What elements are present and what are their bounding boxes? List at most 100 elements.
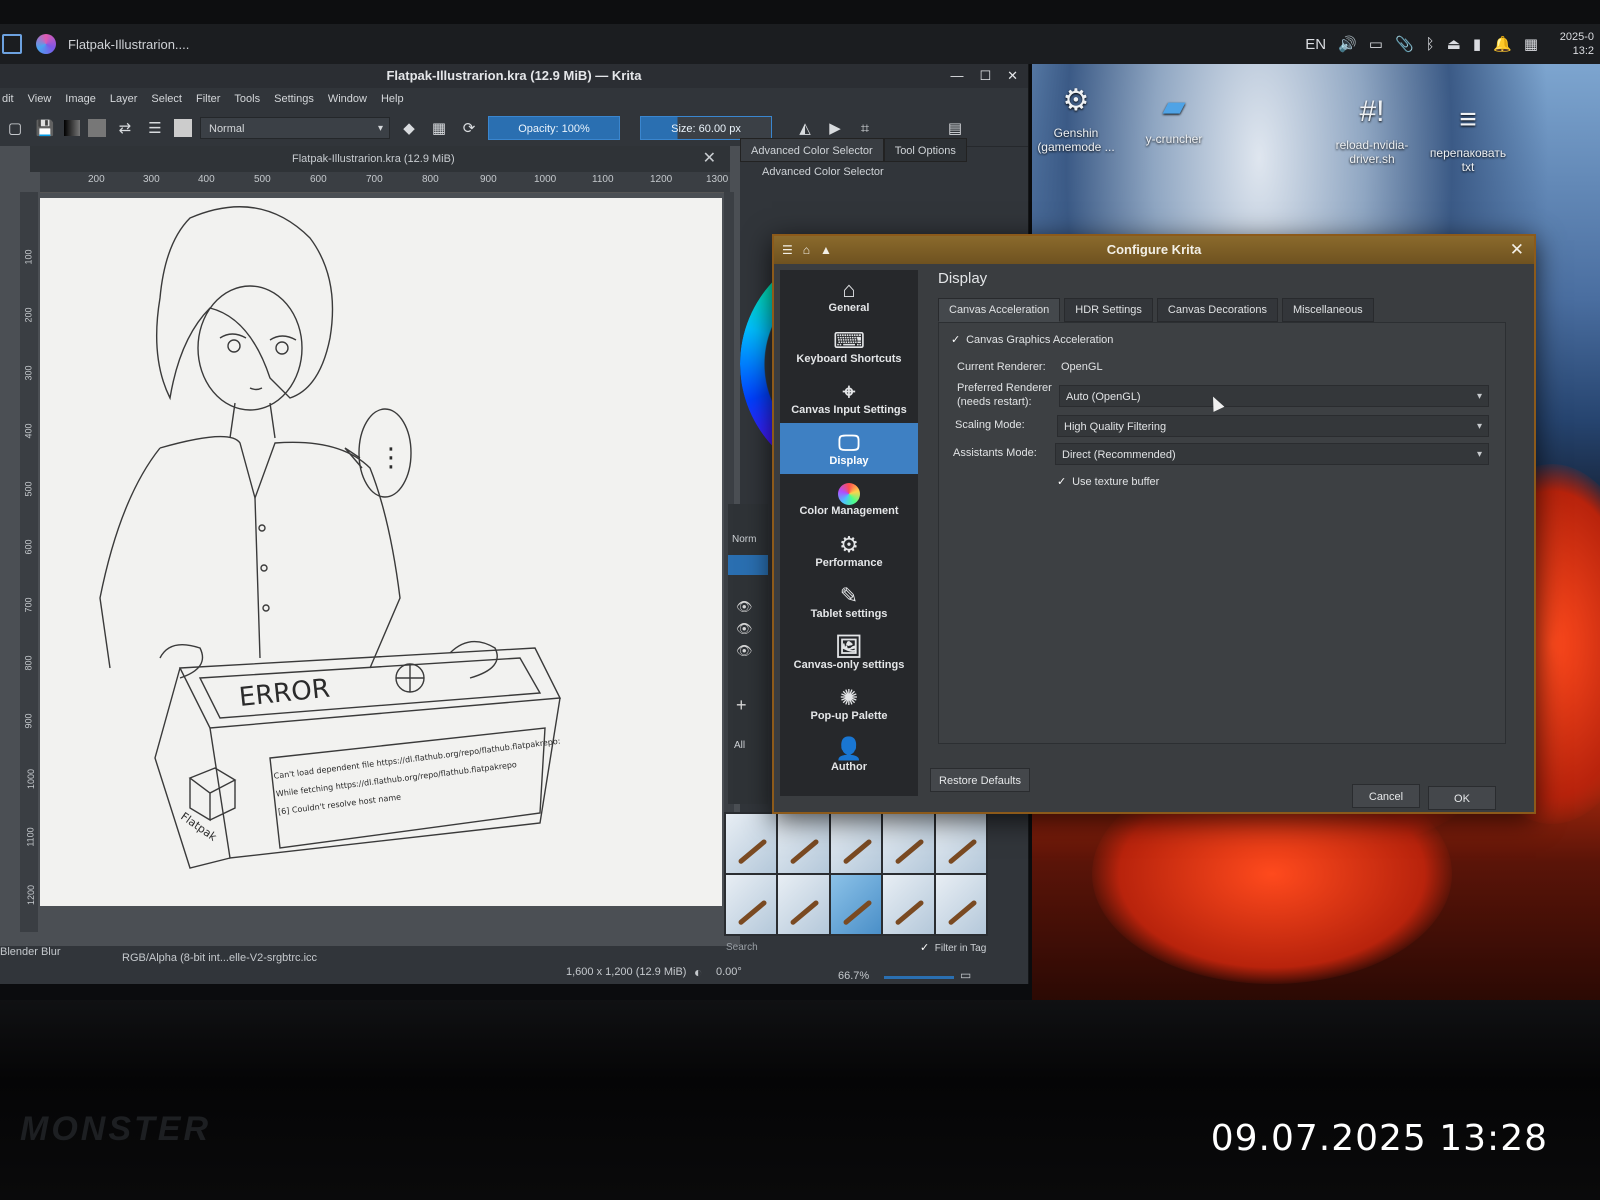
rotation-icon[interactable]: ◐ xyxy=(694,964,702,980)
brush-preset[interactable] xyxy=(726,814,777,873)
assistants-mode-select[interactable]: Direct (Recommended) xyxy=(1055,443,1489,466)
brush-preset[interactable] xyxy=(935,814,986,873)
menu-select[interactable]: Select xyxy=(151,93,182,105)
pin-icon[interactable]: ⌂ xyxy=(803,236,810,264)
eraser-icon[interactable]: ◆ xyxy=(398,117,420,139)
ok-button[interactable]: OK xyxy=(1428,786,1496,810)
sidebar-item-popup-palette[interactable]: ✺ Pop-up Palette xyxy=(780,678,918,729)
alpha-lock-icon[interactable]: ▦ xyxy=(428,117,450,139)
brush-preset[interactable] xyxy=(883,875,934,934)
menu-filter[interactable]: Filter xyxy=(196,93,220,105)
tab-hdr-settings[interactable]: HDR Settings xyxy=(1064,298,1153,322)
brush-preset[interactable] xyxy=(935,875,986,934)
sidebar-item-general[interactable]: ⌂ General xyxy=(780,270,918,321)
keep-above-icon[interactable]: ▲ xyxy=(820,236,832,264)
canvas-graphics-acceleration-checkbox[interactable]: ✓ Canvas Graphics Acceleration xyxy=(951,333,1113,346)
reload-preset-icon[interactable]: ⟳ xyxy=(458,117,480,139)
crop-icon[interactable]: ⌗ xyxy=(854,117,876,139)
layers-blend-mode[interactable]: Norm xyxy=(728,534,768,545)
menu-icon[interactable]: ☰ xyxy=(782,236,793,264)
fit-screen-icon[interactable]: ▭ xyxy=(960,968,971,982)
opacity-slider[interactable]: Opacity: 100% xyxy=(488,116,620,140)
zoom-slider[interactable] xyxy=(884,976,954,979)
sidebar-item-keyboard-shortcuts[interactable]: ⌨ Keyboard Shortcuts xyxy=(780,321,918,372)
pattern-icon[interactable] xyxy=(88,119,106,137)
menu-view[interactable]: View xyxy=(28,93,52,105)
new-document-icon[interactable]: ▢ xyxy=(4,117,26,139)
size-slider[interactable]: Size: 60.00 px xyxy=(640,116,772,140)
sidebar-item-tablet[interactable]: ✎ Tablet settings xyxy=(780,576,918,627)
close-document-icon[interactable]: ✕ xyxy=(703,146,716,172)
network-icon[interactable]: ▦ xyxy=(1524,35,1538,53)
tab-canvas-decorations[interactable]: Canvas Decorations xyxy=(1156,298,1278,322)
preferred-renderer-select[interactable]: Auto (OpenGL) xyxy=(1059,385,1489,408)
tab-canvas-acceleration[interactable]: Canvas Acceleration xyxy=(938,298,1061,322)
sidebar-item-color-management[interactable]: Color Management xyxy=(780,474,918,525)
bluetooth-icon[interactable]: ᛒ xyxy=(1426,36,1435,53)
sidebar-item-author[interactable]: 👤 Author xyxy=(780,729,918,780)
menu-edit[interactable]: dit xyxy=(2,93,14,105)
brush-preset[interactable] xyxy=(778,814,829,873)
restore-defaults-button[interactable]: Restore Defaults xyxy=(930,768,1030,792)
brush-settings-icon[interactable]: ☰ xyxy=(144,117,166,139)
brush-preset[interactable] xyxy=(726,875,777,934)
app-launcher-icon[interactable] xyxy=(2,34,22,54)
brush-tag-select[interactable]: All xyxy=(734,740,768,751)
notification-bell-icon[interactable]: 🔔 xyxy=(1493,35,1512,53)
battery-icon[interactable]: ▮ xyxy=(1473,35,1481,53)
menu-help[interactable]: Help xyxy=(381,93,404,105)
sidebar-item-canvas-input[interactable]: ⌖ Canvas Input Settings xyxy=(780,372,918,423)
clock[interactable]: 2025-0 13:2 xyxy=(1550,30,1594,58)
eye-icon[interactable]: 👁 xyxy=(736,599,768,615)
menu-window[interactable]: Window xyxy=(328,93,367,105)
task-title[interactable]: Flatpak-Illustrarion.... xyxy=(68,37,189,52)
brush-preset-icon[interactable] xyxy=(174,119,192,137)
brush-preset-selected[interactable] xyxy=(830,875,882,934)
brush-preset[interactable] xyxy=(883,814,934,873)
blend-mode-select[interactable]: Normal xyxy=(200,117,390,140)
close-icon[interactable]: ✕ xyxy=(1007,64,1018,88)
tab-miscellaneous[interactable]: Miscellaneous xyxy=(1281,298,1374,322)
brush-preset[interactable] xyxy=(778,875,829,934)
gradient-icon[interactable] xyxy=(64,120,80,136)
desktop-icon-y-cruncher[interactable]: ▰ y-cruncher xyxy=(1130,84,1218,147)
sidebar-item-canvas-only[interactable]: 🖼 Canvas-only settings xyxy=(780,627,918,678)
display-icon[interactable]: ▭ xyxy=(1369,35,1383,53)
canvas-paper[interactable]: ERROR Flatpak ⋮ Can't load dependent fil… xyxy=(40,198,722,906)
sidebar-item-display[interactable]: 🖵 Display xyxy=(780,423,918,474)
krita-task-icon[interactable] xyxy=(36,34,56,54)
cancel-button[interactable]: Cancel xyxy=(1352,784,1420,808)
volume-icon[interactable]: 🔊 xyxy=(1338,35,1357,53)
desktop-icon-reload-nvidia[interactable]: #! reload-nvidia-driver.sh xyxy=(1328,90,1416,166)
desktop-icon-genshin[interactable]: ⚙ Genshin (gamemode ... xyxy=(1032,78,1120,155)
mirror-vertical-icon[interactable]: ▶ xyxy=(824,117,846,139)
menu-settings[interactable]: Settings xyxy=(274,93,314,105)
workspace-icon[interactable]: ▤ xyxy=(944,117,966,139)
desktop-icon-label: перепаковать txt xyxy=(1429,146,1507,174)
document-tab[interactable]: Flatpak-Illustrarion.kra (12.9 MiB) ✕ xyxy=(30,146,730,172)
scaling-mode-select[interactable]: High Quality Filtering xyxy=(1057,415,1489,438)
ruler-tick: 600 xyxy=(23,539,34,555)
layer-row-selected[interactable] xyxy=(728,555,768,575)
use-texture-buffer-checkbox[interactable]: ✓ Use texture buffer xyxy=(1057,475,1159,488)
menu-image[interactable]: Image xyxy=(65,93,96,105)
dialog-close-icon[interactable]: ✕ xyxy=(1510,236,1524,264)
eye-icon[interactable]: 👁 xyxy=(736,643,768,659)
add-layer-icon[interactable]: + xyxy=(736,695,768,716)
sidebar-item-performance[interactable]: ⚙ Performance xyxy=(780,525,918,576)
keyboard-language[interactable]: EN xyxy=(1305,36,1326,53)
menu-layer[interactable]: Layer xyxy=(110,93,138,105)
mirror-horizontal-icon[interactable]: ◭ xyxy=(794,117,816,139)
tab-tool-options[interactable]: Tool Options xyxy=(883,138,967,162)
brush-preset[interactable] xyxy=(830,814,882,873)
minimize-icon[interactable]: — xyxy=(950,64,963,88)
save-icon[interactable]: 💾 xyxy=(34,117,56,139)
menu-tools[interactable]: Tools xyxy=(234,93,260,105)
desktop-icon-txt[interactable]: ≡ перепаковать txt xyxy=(1424,98,1512,174)
eye-icon[interactable]: 👁 xyxy=(736,621,768,637)
tab-advanced-color-selector[interactable]: Advanced Color Selector xyxy=(740,138,884,162)
maximize-icon[interactable]: ☐ xyxy=(979,64,991,88)
clipboard-icon[interactable]: 📎 xyxy=(1395,35,1414,53)
eject-icon[interactable]: ⏏ xyxy=(1447,35,1461,53)
swap-colors-icon[interactable]: ⇄ xyxy=(114,117,136,139)
